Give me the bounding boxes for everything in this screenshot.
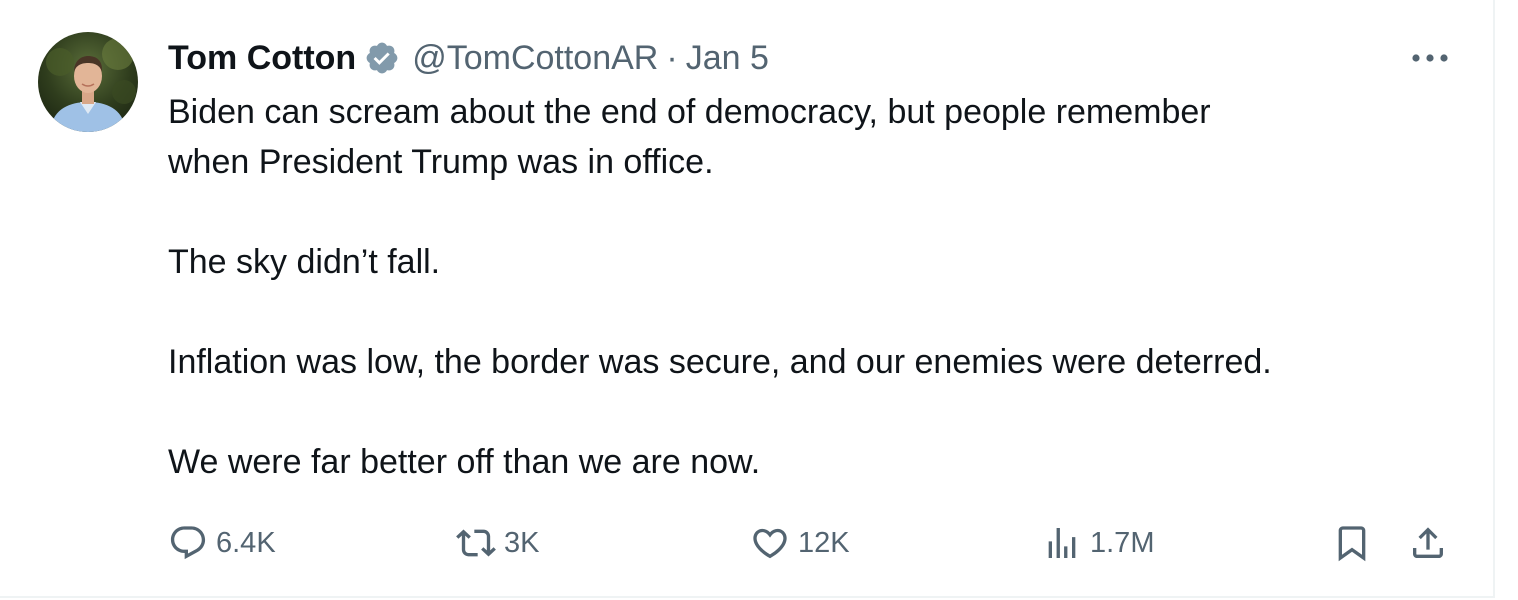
share-button[interactable]	[1408, 518, 1448, 568]
repost-count: 3K	[504, 526, 540, 559]
tweet-text-line: Biden can scream about the end of democr…	[168, 93, 1211, 131]
views-chart-icon	[1042, 523, 1082, 563]
heart-icon	[750, 523, 790, 563]
avatar-image	[38, 32, 138, 132]
reply-icon	[168, 523, 208, 563]
reply-button[interactable]: 6.4K	[168, 518, 276, 568]
tweet-date[interactable]: Jan 5	[686, 39, 769, 78]
reply-count: 6.4K	[216, 526, 276, 559]
tweet-text-line: The sky didn’t fall.	[168, 243, 441, 281]
tweet-text-line: when President Trump was in office.	[168, 143, 714, 181]
tweet-text: Biden can scream about the end of democr…	[168, 87, 1458, 487]
avatar[interactable]	[38, 32, 138, 132]
bookmark-button[interactable]	[1332, 518, 1372, 568]
share-icon	[1408, 523, 1448, 563]
author-name[interactable]: Tom Cotton	[168, 39, 356, 78]
views-count: 1.7M	[1090, 526, 1155, 559]
tweet-text-line: Inflation was low, the border was secure…	[168, 343, 1272, 381]
tweet-card[interactable]: Tom Cotton @TomCottonAR · Jan 5 Biden ca…	[0, 0, 1495, 598]
more-horizontal-icon[interactable]	[1408, 44, 1452, 72]
like-count: 12K	[798, 526, 850, 559]
tweet-text-line: We were far better off than we are now.	[168, 443, 761, 481]
views-button[interactable]: 1.7M	[1042, 518, 1154, 568]
repost-button[interactable]: 3K	[456, 518, 539, 568]
action-bar: 6.4K 3K 12K 1.7M	[0, 518, 1495, 568]
bookmark-icon	[1332, 523, 1372, 563]
author-handle[interactable]: @TomCottonAR	[412, 39, 658, 78]
repost-icon	[456, 523, 496, 563]
tweet-header: Tom Cotton @TomCottonAR · Jan 5	[168, 36, 769, 80]
separator-dot: ·	[666, 38, 678, 77]
verified-badge-icon[interactable]	[364, 40, 400, 76]
like-button[interactable]: 12K	[750, 518, 850, 568]
